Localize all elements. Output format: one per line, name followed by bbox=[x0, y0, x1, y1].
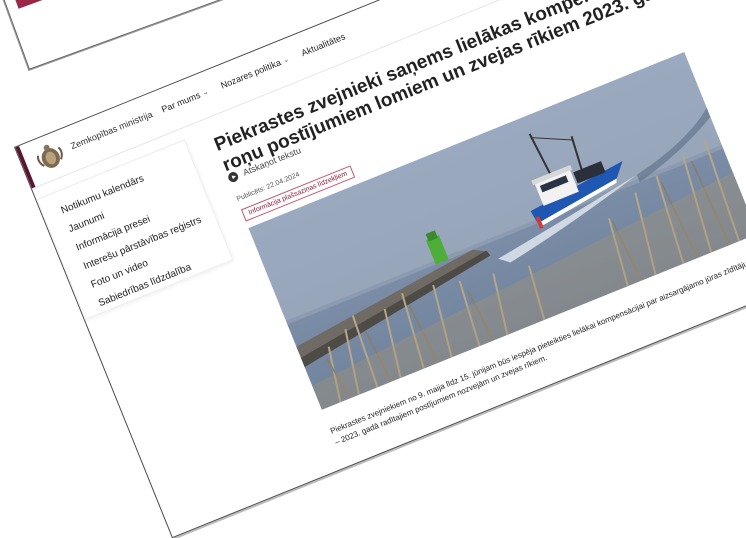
chevron-down-icon: ⌄ bbox=[282, 55, 291, 65]
nav-item-aktualitates[interactable]: Aktualitātes bbox=[300, 31, 347, 58]
chevron-down-icon: ⌄ bbox=[201, 88, 210, 98]
nav-item-label: Nozares politika bbox=[219, 57, 283, 91]
play-icon bbox=[226, 170, 240, 184]
background-hero-image bbox=[0, 0, 376, 9]
nav-item-label: Aktualitātes bbox=[299, 31, 347, 59]
nav-item-nozares-politika[interactable]: Nozares politika ⌄ bbox=[219, 54, 290, 91]
ministry-name[interactable]: Zemkopības ministrija bbox=[69, 109, 154, 151]
nav-item-par-mums[interactable]: Par mums ⌄ bbox=[159, 87, 210, 115]
coat-of-arms-icon[interactable] bbox=[31, 138, 69, 175]
web-page: Zemkopības ministrija Par mums ⌄ Nozares… bbox=[14, 0, 746, 538]
nav-item-label: Par mums bbox=[159, 89, 202, 115]
